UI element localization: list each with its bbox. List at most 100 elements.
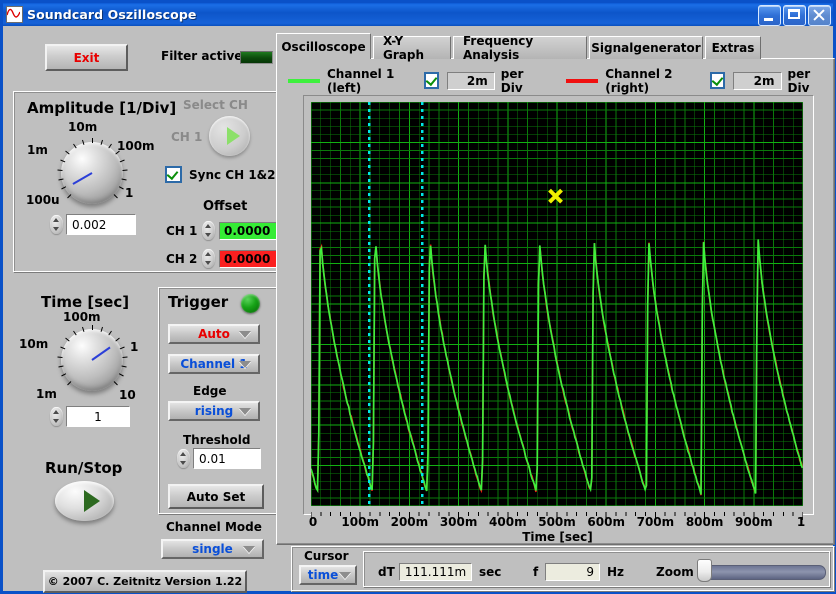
- edge-label: Edge: [193, 384, 227, 398]
- x-tick-label: 200m: [390, 515, 429, 529]
- time-knob-label-4: 10: [119, 388, 136, 402]
- trigger-led: [241, 294, 260, 313]
- amplitude-value[interactable]: 0.002: [66, 214, 136, 235]
- select-ch-button[interactable]: [209, 116, 250, 156]
- chevron-down-icon: [239, 360, 251, 368]
- cursor-label: Cursor: [304, 549, 349, 563]
- f-value[interactable]: 9: [545, 563, 600, 581]
- channel-2-checkbox[interactable]: [710, 72, 726, 89]
- x-tick-label: 500m: [538, 515, 576, 529]
- edge-value: rising: [194, 404, 234, 418]
- filter-active-label: Filter active: [161, 49, 243, 63]
- knob-tick: [81, 326, 85, 332]
- tab-frequency-analysis[interactable]: Frequency Analysis: [453, 34, 587, 62]
- offset-ch1-value[interactable]: 0.0000: [219, 221, 278, 240]
- time-value[interactable]: 1: [66, 406, 130, 427]
- trigger-title: Trigger: [168, 293, 229, 311]
- threshold-value[interactable]: 0.01: [193, 448, 261, 469]
- time-knob-label-1: 10m: [19, 337, 49, 351]
- threshold-group: 0.01: [177, 448, 261, 469]
- offset-ch2-value[interactable]: 0.0000: [219, 249, 278, 268]
- dt-label: dT: [378, 565, 395, 579]
- knob-tick: [57, 356, 63, 358]
- amplitude-knob-label-2: 1m: [27, 143, 48, 157]
- x-tick-label: 800m: [685, 515, 724, 529]
- run-stop-button[interactable]: [55, 481, 114, 521]
- knob-tick: [113, 380, 118, 386]
- time-title: Time [sec]: [41, 293, 130, 311]
- offset-ch2-spinner[interactable]: [202, 249, 215, 268]
- time-spinner[interactable]: [50, 407, 63, 426]
- trigger-source-dropdown[interactable]: Channel 1: [168, 354, 260, 374]
- time-value-group: 1: [50, 406, 130, 427]
- oscilloscope-plot[interactable]: [311, 102, 803, 506]
- sync-ch-checkbox[interactable]: [165, 166, 182, 183]
- knob-tick: [92, 138, 93, 143]
- f-label: f: [533, 565, 539, 579]
- channel-2-per-div-label: per Div: [787, 66, 811, 95]
- x-tick-label: 1: [796, 515, 806, 529]
- tab-extras[interactable]: Extras: [705, 36, 761, 59]
- zoom-label: Zoom: [656, 565, 694, 579]
- knob-tick: [121, 365, 127, 368]
- offset-title: Offset: [203, 199, 248, 214]
- dt-unit: sec: [479, 565, 502, 579]
- chevron-down-icon: [339, 571, 351, 579]
- amplitude-value-group: 0.002: [50, 214, 136, 235]
- zoom-slider-track[interactable]: [700, 565, 826, 580]
- knob-tick: [118, 373, 124, 377]
- tab-oscilloscope[interactable]: Oscilloscope: [276, 33, 371, 59]
- play-triangle-icon: [227, 127, 240, 145]
- minimize-icon[interactable]: [758, 5, 781, 26]
- channel-mode-dropdown[interactable]: single: [161, 539, 264, 559]
- channel-1-checkbox[interactable]: [423, 72, 439, 89]
- knob-tick: [92, 325, 93, 330]
- x-axis-labels: 0 100m 200m 300m 400m 500m 600m 700m 800m 900m 1: [303, 515, 812, 530]
- threshold-label: Threshold: [183, 433, 251, 447]
- application-window: Soundcard Oszilloscope Exit Filter activ…: [0, 0, 836, 594]
- offset-ch2-label: CH 2: [166, 251, 198, 266]
- auto-set-button[interactable]: Auto Set: [168, 484, 264, 509]
- cursor-mode-dropdown[interactable]: time: [299, 565, 357, 585]
- select-ch-title: Select CH: [183, 98, 248, 112]
- tab-label: Frequency Analysis: [463, 34, 534, 62]
- chevron-down-icon: [239, 407, 251, 415]
- channel-1-per-div-label: per Div: [500, 66, 524, 95]
- amplitude-knob-label-3: 1: [125, 186, 134, 200]
- f-unit: Hz: [607, 565, 625, 579]
- channel-1-controls: Channel 1 (left) 2m per Div: [288, 67, 542, 95]
- dt-value[interactable]: 111.111m: [399, 563, 472, 581]
- channel-2-color-swatch: [566, 78, 599, 83]
- maximize-icon[interactable]: [783, 5, 806, 26]
- channel-1-per-div-value[interactable]: 2m: [446, 71, 495, 90]
- channel-1-color-swatch: [288, 78, 320, 83]
- tab-strip: Oscilloscope X-Y Graph Frequency Analysis S…: [276, 33, 833, 62]
- amplitude-title: Amplitude [1/Div]: [27, 99, 177, 117]
- x-axis-ticks: [310, 506, 804, 521]
- channel-2-per-div-value[interactable]: 2m: [733, 71, 782, 90]
- channel-mode-value: single: [192, 542, 233, 556]
- exit-button[interactable]: Exit: [45, 44, 128, 71]
- amplitude-spinner[interactable]: [50, 215, 63, 234]
- trigger-mode-dropdown[interactable]: Auto: [168, 324, 260, 344]
- chevron-down-icon: [239, 330, 251, 338]
- x-tick-label: 300m: [439, 515, 478, 529]
- threshold-spinner[interactable]: [177, 449, 190, 468]
- sync-ch-row[interactable]: Sync CH 1&2: [165, 166, 276, 183]
- amplitude-knob-label-0: 10m: [68, 120, 98, 134]
- trigger-source-value: Channel 1: [180, 357, 248, 371]
- channel-2-controls: Channel 2 (right) 2m per Div: [566, 67, 829, 95]
- tab-x-y-graph[interactable]: X-Y Graph: [373, 34, 451, 62]
- waveform-icon: [6, 6, 23, 23]
- offset-ch1-spinner[interactable]: [202, 221, 215, 240]
- zoom-slider-thumb[interactable]: [697, 559, 712, 582]
- x-tick-label: 100m: [341, 515, 379, 529]
- tab-label: Oscilloscope: [281, 39, 366, 54]
- knob-tick: [57, 169, 63, 171]
- tab-signalgenerator[interactable]: Signalgenerator: [589, 36, 703, 59]
- amplitude-knob-label-4: 100u: [26, 193, 60, 207]
- offset-ch1-label: CH 1: [166, 223, 198, 238]
- close-icon[interactable]: [808, 5, 831, 26]
- tab-label: Extras: [711, 41, 755, 55]
- edge-dropdown[interactable]: rising: [168, 401, 260, 421]
